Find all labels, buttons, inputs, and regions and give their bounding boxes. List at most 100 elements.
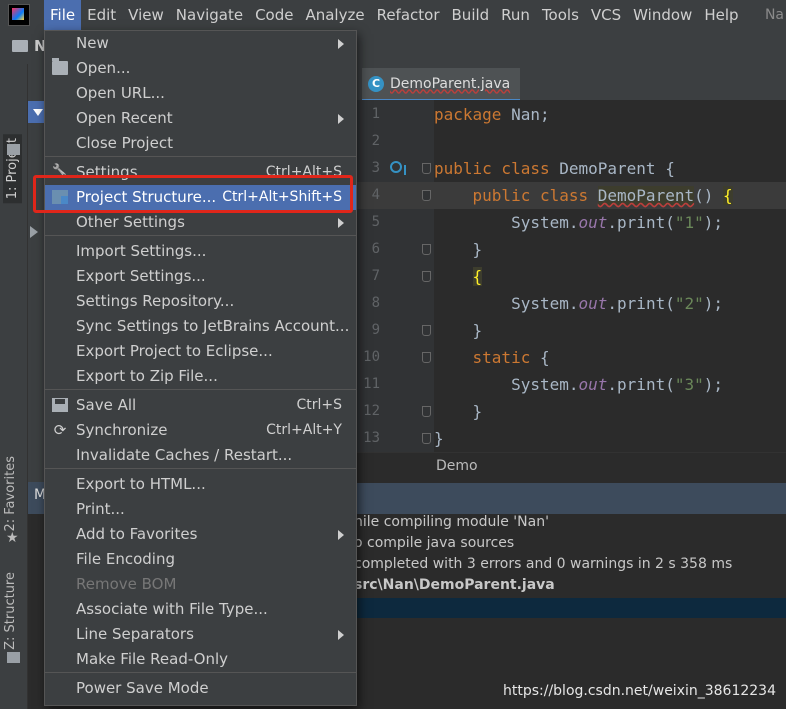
project-tool-icon <box>7 144 20 155</box>
menu-refactor[interactable]: Refactor <box>371 0 446 30</box>
menu-edit[interactable]: Edit <box>81 0 122 30</box>
menu-vcs[interactable]: VCS <box>585 0 627 30</box>
menu-item-label: Import Settings... <box>76 242 207 260</box>
build-message[interactable]: o compile java sources <box>354 535 514 551</box>
menu-item-label: Open URL... <box>76 84 165 102</box>
menu-item-open[interactable]: Open... <box>45 56 356 81</box>
menu-navigate[interactable]: Navigate <box>170 0 249 30</box>
menu-item-shortcut: Ctrl+Alt+Y <box>266 422 342 438</box>
menu-file[interactable]: File <box>44 0 82 30</box>
menu-item-label: Remove BOM <box>76 575 177 593</box>
intellij-logo-icon <box>8 4 30 26</box>
menu-item-label: Invalidate Caches / Restart... <box>76 446 293 464</box>
open-folder-icon <box>52 58 68 75</box>
fold-marker-icon[interactable] <box>422 271 431 282</box>
implemented-marker-icon[interactable] <box>390 161 406 175</box>
menu-analyze[interactable]: Analyze <box>299 0 370 30</box>
fold-marker-icon[interactable] <box>422 163 431 174</box>
fold-marker-icon[interactable] <box>422 190 431 201</box>
fold-marker-icon[interactable] <box>422 244 431 255</box>
menu-item-label: Save All <box>76 396 137 414</box>
menu-item-export-settings[interactable]: Export Settings... <box>45 264 356 289</box>
code-line[interactable]: 1 package Nan; <box>354 101 786 128</box>
code-line[interactable]: 4 public class DemoParent() { <box>354 182 786 209</box>
breadcrumb-item[interactable]: Demo <box>436 458 478 474</box>
menu-item-new[interactable]: New <box>45 31 356 56</box>
menu-item-label: Close Project <box>76 134 173 152</box>
menu-item-power-save-mode[interactable]: Power Save Mode <box>45 676 356 701</box>
menu-item-settings-repository[interactable]: Settings Repository... <box>45 289 356 314</box>
menu-item-export-eclipse[interactable]: Export Project to Eclipse... <box>45 339 356 364</box>
menu-item-shortcut: Ctrl+S <box>296 397 342 413</box>
tab-structure[interactable]: Z: Structure <box>3 572 18 650</box>
fold-marker-icon[interactable] <box>422 433 431 444</box>
menu-code[interactable]: Code <box>249 0 299 30</box>
code-line[interactable]: 12 } <box>354 398 786 425</box>
line-number: 5 <box>371 214 380 230</box>
menu-window[interactable]: Window <box>627 0 698 30</box>
code-line[interactable]: 11 System.out.print("3"); <box>354 371 786 398</box>
menu-item-file-encoding[interactable]: File Encoding <box>45 547 356 572</box>
line-number: 4 <box>371 187 380 203</box>
build-message[interactable]: nile compiling module 'Nan' <box>354 514 549 530</box>
code-text: public class DemoParent { <box>434 159 675 178</box>
menu-separator <box>45 235 356 236</box>
build-error-file[interactable]: src\Nan\DemoParent.java <box>354 577 555 593</box>
menu-item-label: Other Settings <box>76 213 185 231</box>
fold-marker-icon[interactable] <box>422 406 431 417</box>
code-text: package Nan; <box>434 105 550 124</box>
menu-run[interactable]: Run <box>495 0 536 30</box>
left-tool-strip: 1: Project 2: Favorites ★ Z: Structure <box>0 64 28 709</box>
menu-item-line-separators[interactable]: Line Separators <box>45 622 356 647</box>
line-number: 3 <box>371 160 380 176</box>
line-number: 7 <box>371 268 380 284</box>
menu-item-close-project[interactable]: Close Project <box>45 131 356 156</box>
build-selected-row[interactable] <box>354 598 786 618</box>
code-line[interactable]: 10 static { <box>354 344 786 371</box>
code-line[interactable]: 5 System.out.print("1"); <box>354 209 786 236</box>
menu-item-label: Open Recent <box>76 109 173 127</box>
code-line[interactable]: 13 } <box>354 425 786 452</box>
menu-item-label: Power Save Mode <box>76 679 209 697</box>
menu-item-label: New <box>76 34 109 52</box>
menu-item-label: Associate with File Type... <box>76 600 268 618</box>
sync-icon: ⟳ <box>53 421 67 439</box>
menu-item-import-settings[interactable]: Import Settings... <box>45 239 356 264</box>
menu-item-open-recent[interactable]: Open Recent <box>45 106 356 131</box>
fold-marker-icon[interactable] <box>422 352 431 363</box>
code-line[interactable]: 8 System.out.print("2"); <box>354 290 786 317</box>
tab-favorites[interactable]: 2: Favorites <box>3 456 18 532</box>
menu-item-label: Export Settings... <box>76 267 206 285</box>
menu-item-add-to-favorites[interactable]: Add to Favorites <box>45 522 356 547</box>
submenu-arrow-icon <box>338 39 344 49</box>
code-line[interactable]: 6 } <box>354 236 786 263</box>
code-line[interactable]: 2 <box>354 128 786 155</box>
menu-item-export-zip[interactable]: Export to Zip File... <box>45 364 356 389</box>
code-text: static { <box>472 348 550 367</box>
menu-item-invalidate-caches[interactable]: Invalidate Caches / Restart... <box>45 443 356 468</box>
menu-help[interactable]: Help <box>698 0 744 30</box>
tree-expand-arrow-icon[interactable] <box>30 226 38 238</box>
save-icon <box>52 398 68 412</box>
code-text: { <box>472 267 483 286</box>
menu-item-other-settings[interactable]: Other Settings <box>45 210 356 235</box>
code-line[interactable]: 9 } <box>354 317 786 344</box>
menu-item-open-url[interactable]: Open URL... <box>45 81 356 106</box>
menu-item-associate-file-type[interactable]: Associate with File Type... <box>45 597 356 622</box>
menu-item-make-read-only[interactable]: Make File Read-Only <box>45 647 356 672</box>
menu-item-export-html[interactable]: Export to HTML... <box>45 472 356 497</box>
watermark: https://blog.csdn.net/weixin_38612234 <box>502 683 776 699</box>
line-number: 1 <box>371 106 380 122</box>
menu-item-save-all[interactable]: Save All Ctrl+S <box>45 393 356 418</box>
menu-tools[interactable]: Tools <box>536 0 585 30</box>
code-line[interactable]: 3 public class DemoParent { <box>354 155 786 182</box>
tab-demoparent-java[interactable]: C DemoParent.java <box>362 68 521 102</box>
build-message[interactable]: completed with 3 errors and 0 warnings i… <box>354 556 732 572</box>
menu-view[interactable]: View <box>122 0 170 30</box>
menu-item-print[interactable]: Print... <box>45 497 356 522</box>
menu-build[interactable]: Build <box>446 0 496 30</box>
fold-marker-icon[interactable] <box>422 325 431 336</box>
menu-item-sync-settings[interactable]: Sync Settings to JetBrains Account... <box>45 314 356 339</box>
menu-item-synchronize[interactable]: ⟳ Synchronize Ctrl+Alt+Y <box>45 418 356 443</box>
code-line[interactable]: 7 { <box>354 263 786 290</box>
